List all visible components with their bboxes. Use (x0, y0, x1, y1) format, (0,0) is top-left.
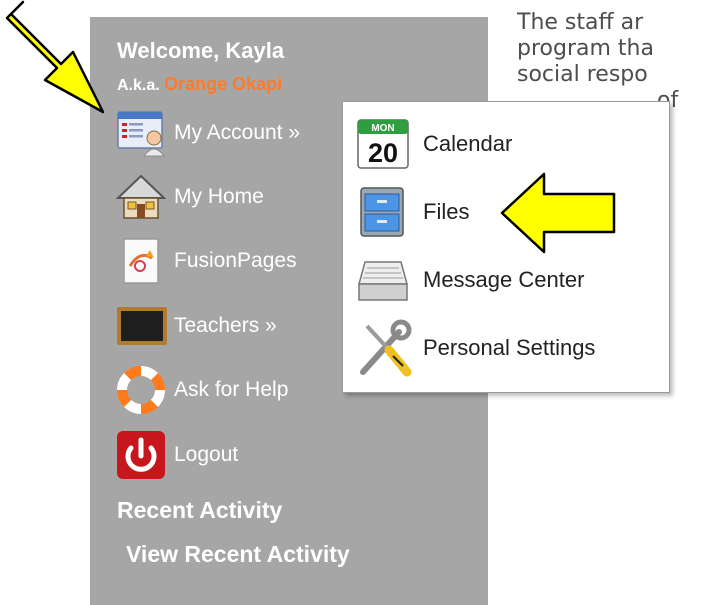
nav-ask-for-help[interactable]: Ask for Help (116, 365, 288, 415)
menu-label: Files (423, 199, 470, 224)
nav-label: Teachers » (174, 314, 277, 337)
aka-line: A.k.a. Orange Okapi (117, 74, 282, 95)
view-recent-activity-link[interactable]: View Recent Activity (126, 541, 350, 568)
nickname: Orange Okapi (164, 74, 283, 94)
calendar-date-text: 20 (368, 138, 398, 168)
aka-label: A.k.a. (117, 77, 160, 94)
menu-item-files[interactable]: Files (357, 184, 469, 240)
calendar-icon: MON 20 (357, 116, 423, 172)
nav-logout[interactable]: Logout (116, 430, 238, 480)
welcome-text: Welcome, Kayla (117, 38, 285, 63)
nav-my-home[interactable]: My Home (116, 172, 264, 222)
menu-label: Calendar (423, 131, 513, 156)
file-cabinet-icon (357, 184, 423, 240)
nav-teachers[interactable]: Teachers » (116, 301, 277, 351)
calendar-day-text: MON (371, 123, 394, 134)
fusionpages-icon (116, 236, 174, 286)
nav-label: Logout (174, 443, 239, 466)
life-ring-icon (116, 365, 174, 415)
menu-item-message-center[interactable]: Message Center (357, 252, 584, 308)
wrench-screwdriver-icon (357, 319, 423, 377)
nav-label: FusionPages (174, 249, 297, 272)
annotation-arrow-icon (5, 0, 105, 114)
recent-activity-heading: Recent Activity (117, 497, 283, 523)
article-line: The staff ar (517, 10, 644, 35)
menu-item-calendar[interactable]: MON 20 Calendar (357, 116, 512, 172)
menu-label: Personal Settings (423, 335, 596, 360)
house-icon (116, 172, 174, 222)
article-line: program tha (517, 36, 654, 61)
annotation-arrow-icon (500, 172, 616, 254)
nav-label: Ask for Help (174, 378, 289, 401)
nav-label: My Account » (174, 121, 301, 144)
nav-fusionpages[interactable]: FusionPages (116, 236, 297, 286)
chalkboard-icon (116, 301, 174, 351)
account-card-icon (116, 108, 174, 158)
article-line: social respo (517, 62, 648, 87)
nav-my-account[interactable]: My Account » (116, 108, 300, 158)
nav-label: My Home (174, 185, 264, 208)
menu-label: Message Center (423, 267, 585, 292)
inbox-tray-icon (357, 252, 423, 308)
menu-item-personal-settings[interactable]: Personal Settings (357, 319, 596, 377)
power-icon (116, 430, 174, 480)
